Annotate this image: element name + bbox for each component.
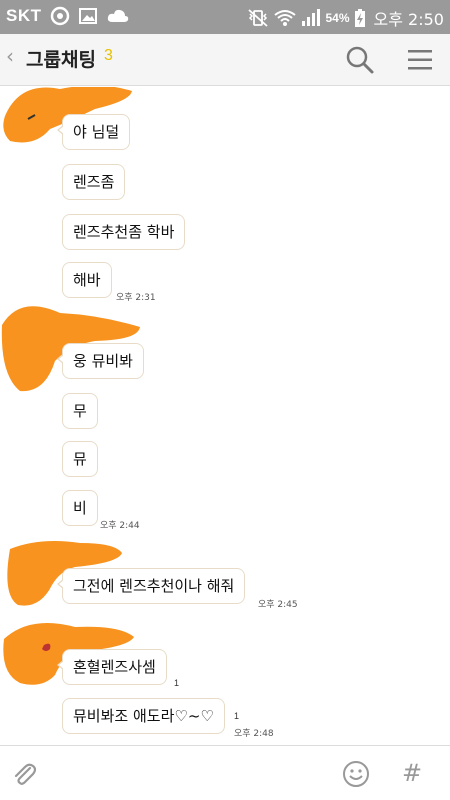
message-text: 비 — [73, 499, 87, 517]
battery-percent: 54% — [325, 11, 350, 25]
status-left: SKT — [6, 6, 130, 26]
message-text: 무 — [73, 402, 87, 420]
signal-icon — [301, 9, 320, 26]
unread-count: 1 — [174, 678, 180, 688]
message-bubble[interactable]: 뮤 — [62, 441, 98, 477]
smiley-icon[interactable] — [342, 760, 370, 788]
message-timestamp: 오후 2:44 — [100, 521, 140, 531]
chat-area[interactable]: 야 님덜 렌즈좀 렌즈추천좀 학바 해바 오후 2:31 웅 뮤비봐 무 뮤 비… — [0, 87, 450, 745]
message-text: 야 님덜 — [73, 123, 120, 141]
message-bubble[interactable]: 비 — [62, 490, 98, 526]
message-bubble[interactable]: 야 님덜 — [56, 114, 131, 150]
carrier-label: SKT — [6, 6, 42, 25]
chat-title[interactable]: 그룹채팅 — [26, 45, 96, 72]
cloud-icon — [107, 9, 128, 22]
message-bubble[interactable]: 뮤비봐조 애도라♡~♡ — [62, 698, 225, 734]
message-bubble[interactable]: 웅 뮤비봐 — [57, 343, 144, 379]
message-text: 그전에 렌즈추천이나 해줘 — [73, 577, 235, 595]
chevron-left-icon[interactable]: ‹ — [6, 44, 14, 68]
message-text: 혼혈렌즈사셈 — [73, 658, 156, 676]
vibrate-mute-icon — [247, 9, 268, 27]
hashtag-search-button[interactable]: # — [398, 758, 426, 788]
wifi-icon — [273, 10, 296, 26]
status-right: 54% 오후 2:50 — [246, 6, 444, 30]
message-timestamp: 오후 2:45 — [258, 600, 298, 610]
message-timestamp: 오후 2:48 — [234, 729, 274, 739]
message-text: 뮤비봐조 애도라♡~♡ — [73, 707, 214, 725]
input-bar: # — [0, 745, 450, 800]
circle-notification-icon — [50, 6, 69, 26]
chat-header: ‹ 그룹채팅 3 — [0, 34, 450, 86]
battery-charging-icon — [354, 9, 365, 27]
status-bar: SKT 54% 오후 2:50 — [0, 0, 450, 34]
paperclip-icon[interactable] — [10, 760, 38, 788]
message-timestamp: 오후 2:31 — [116, 293, 156, 303]
message-text: 렌즈추천좀 학바 — [73, 223, 175, 241]
member-count: 3 — [104, 47, 113, 64]
message-text: 뮤 — [73, 450, 87, 468]
message-bubble[interactable]: 혼혈렌즈사셈 — [57, 649, 167, 685]
message-text: 렌즈좀 — [73, 173, 115, 191]
search-icon[interactable] — [344, 44, 376, 76]
message-text: 웅 뮤비봐 — [73, 352, 133, 370]
clock: 오후 2:50 — [373, 10, 444, 29]
message-bubble[interactable]: 렌즈추천좀 학바 — [62, 214, 186, 250]
message-text: 해바 — [73, 271, 101, 289]
message-bubble[interactable]: 무 — [62, 393, 98, 429]
message-bubble[interactable]: 해바 — [62, 262, 112, 298]
image-icon — [78, 8, 97, 24]
message-bubble[interactable]: 렌즈좀 — [62, 164, 126, 200]
menu-icon[interactable] — [404, 44, 436, 76]
unread-count: 1 — [234, 711, 240, 721]
message-bubble[interactable]: 그전에 렌즈추천이나 해줘 — [56, 568, 246, 604]
